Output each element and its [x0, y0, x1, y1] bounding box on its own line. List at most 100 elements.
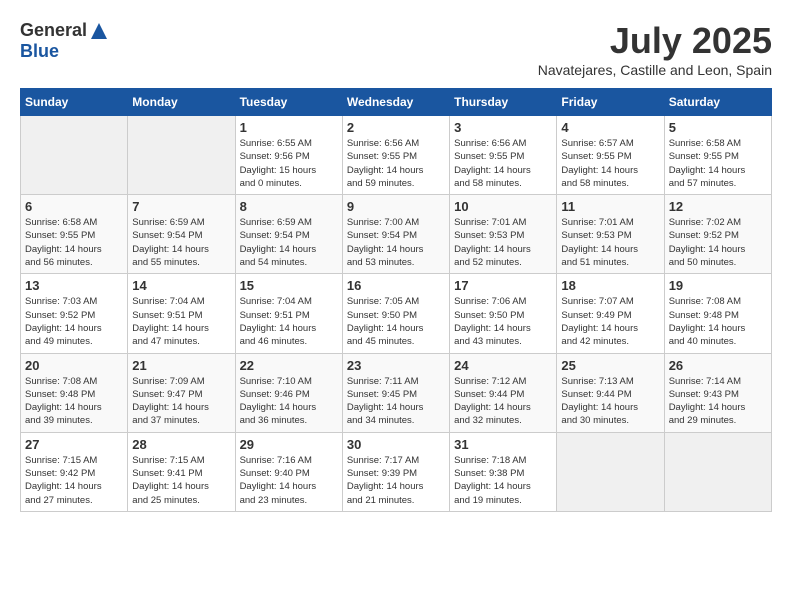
- day-number: 15: [240, 278, 338, 293]
- calendar-cell: 17 Sunrise: 7:06 AM Sunset: 9:50 PM Dayli…: [450, 274, 557, 353]
- day-info: Sunrise: 7:07 AM Sunset: 9:49 PM Dayligh…: [561, 295, 659, 348]
- day-info: Sunrise: 6:58 AM Sunset: 9:55 PM Dayligh…: [669, 137, 767, 190]
- calendar-cell: 11 Sunrise: 7:01 AM Sunset: 9:53 PM Dayli…: [557, 195, 664, 274]
- calendar-cell: 1 Sunrise: 6:55 AM Sunset: 9:56 PM Daylig…: [235, 116, 342, 195]
- day-number: 2: [347, 120, 445, 135]
- day-number: 7: [132, 199, 230, 214]
- calendar-week-row: 13 Sunrise: 7:03 AM Sunset: 9:52 PM Dayli…: [21, 274, 772, 353]
- calendar-cell: 21 Sunrise: 7:09 AM Sunset: 9:47 PM Dayli…: [128, 353, 235, 432]
- subtitle: Navatejares, Castille and Leon, Spain: [538, 62, 772, 78]
- day-info: Sunrise: 7:04 AM Sunset: 9:51 PM Dayligh…: [240, 295, 338, 348]
- title-block: July 2025 Navatejares, Castille and Leon…: [538, 20, 772, 78]
- calendar-week-row: 6 Sunrise: 6:58 AM Sunset: 9:55 PM Daylig…: [21, 195, 772, 274]
- calendar-cell: [21, 116, 128, 195]
- calendar-cell: 4 Sunrise: 6:57 AM Sunset: 9:55 PM Daylig…: [557, 116, 664, 195]
- day-info: Sunrise: 6:59 AM Sunset: 9:54 PM Dayligh…: [132, 216, 230, 269]
- calendar-cell: 9 Sunrise: 7:00 AM Sunset: 9:54 PM Daylig…: [342, 195, 449, 274]
- day-info: Sunrise: 7:03 AM Sunset: 9:52 PM Dayligh…: [25, 295, 123, 348]
- day-info: Sunrise: 7:08 AM Sunset: 9:48 PM Dayligh…: [669, 295, 767, 348]
- logo-blue: Blue: [20, 41, 59, 62]
- day-number: 1: [240, 120, 338, 135]
- day-number: 31: [454, 437, 552, 452]
- calendar-cell: 6 Sunrise: 6:58 AM Sunset: 9:55 PM Daylig…: [21, 195, 128, 274]
- day-number: 17: [454, 278, 552, 293]
- calendar-cell: 15 Sunrise: 7:04 AM Sunset: 9:51 PM Dayli…: [235, 274, 342, 353]
- day-number: 8: [240, 199, 338, 214]
- day-number: 10: [454, 199, 552, 214]
- day-info: Sunrise: 7:14 AM Sunset: 9:43 PM Dayligh…: [669, 375, 767, 428]
- calendar-cell: 24Sunrise: 7:12 AM Sunset: 9:44 PM Dayli…: [450, 353, 557, 432]
- calendar-cell: 10 Sunrise: 7:01 AM Sunset: 9:53 PM Dayli…: [450, 195, 557, 274]
- day-info: Sunrise: 6:59 AM Sunset: 9:54 PM Dayligh…: [240, 216, 338, 269]
- calendar-cell: 16 Sunrise: 7:05 AM Sunset: 9:50 PM Dayli…: [342, 274, 449, 353]
- day-number: 3: [454, 120, 552, 135]
- day-number: 5: [669, 120, 767, 135]
- calendar-cell: 5 Sunrise: 6:58 AM Sunset: 9:55 PM Daylig…: [664, 116, 771, 195]
- day-number: 29: [240, 437, 338, 452]
- day-info: Sunrise: 7:18 AM Sunset: 9:38 PM Dayligh…: [454, 454, 552, 507]
- day-info: Sunrise: 7:15 AM Sunset: 9:42 PM Dayligh…: [25, 454, 123, 507]
- day-info: Sunrise: 7:10 AM Sunset: 9:46 PM Dayligh…: [240, 375, 338, 428]
- day-number: 12: [669, 199, 767, 214]
- calendar-cell: 30 Sunrise: 7:17 AM Sunset: 9:39 PM Dayli…: [342, 432, 449, 511]
- calendar-cell: 28 Sunrise: 7:15 AM Sunset: 9:41 PM Dayli…: [128, 432, 235, 511]
- day-info: Sunrise: 7:09 AM Sunset: 9:47 PM Dayligh…: [132, 375, 230, 428]
- day-header: Wednesday: [342, 89, 449, 116]
- day-number: 21: [132, 358, 230, 373]
- day-info: Sunrise: 6:57 AM Sunset: 9:55 PM Dayligh…: [561, 137, 659, 190]
- day-number: 11: [561, 199, 659, 214]
- month-title: July 2025: [538, 20, 772, 62]
- day-number: 19: [669, 278, 767, 293]
- day-number: 4: [561, 120, 659, 135]
- day-info: Sunrise: 6:56 AM Sunset: 9:55 PM Dayligh…: [454, 137, 552, 190]
- logo-general: General: [20, 20, 87, 41]
- day-number: 16: [347, 278, 445, 293]
- day-info: Sunrise: 7:01 AM Sunset: 9:53 PM Dayligh…: [561, 216, 659, 269]
- calendar-week-row: 1 Sunrise: 6:55 AM Sunset: 9:56 PM Daylig…: [21, 116, 772, 195]
- day-info: Sunrise: 7:17 AM Sunset: 9:39 PM Dayligh…: [347, 454, 445, 507]
- day-number: 27: [25, 437, 123, 452]
- calendar-cell: 19 Sunrise: 7:08 AM Sunset: 9:48 PM Dayli…: [664, 274, 771, 353]
- calendar-cell: 14 Sunrise: 7:04 AM Sunset: 9:51 PM Dayli…: [128, 274, 235, 353]
- day-info: Sunrise: 7:06 AM Sunset: 9:50 PM Dayligh…: [454, 295, 552, 348]
- day-info: Sunrise: 7:05 AM Sunset: 9:50 PM Dayligh…: [347, 295, 445, 348]
- day-number: 13: [25, 278, 123, 293]
- day-header: Friday: [557, 89, 664, 116]
- day-number: 23: [347, 358, 445, 373]
- logo-icon: [89, 21, 109, 41]
- calendar-cell: 3 Sunrise: 6:56 AM Sunset: 9:55 PM Daylig…: [450, 116, 557, 195]
- day-number: 30: [347, 437, 445, 452]
- day-header: Tuesday: [235, 89, 342, 116]
- calendar-table: SundayMondayTuesdayWednesdayThursdayFrid…: [20, 88, 772, 512]
- calendar-cell: 25Sunrise: 7:13 AM Sunset: 9:44 PM Dayli…: [557, 353, 664, 432]
- calendar-cell: 20 Sunrise: 7:08 AM Sunset: 9:48 PM Dayli…: [21, 353, 128, 432]
- calendar-cell: 7 Sunrise: 6:59 AM Sunset: 9:54 PM Daylig…: [128, 195, 235, 274]
- calendar-cell: 29 Sunrise: 7:16 AM Sunset: 9:40 PM Dayli…: [235, 432, 342, 511]
- day-info: Sunrise: 6:58 AM Sunset: 9:55 PM Dayligh…: [25, 216, 123, 269]
- day-info: Sunrise: 7:01 AM Sunset: 9:53 PM Dayligh…: [454, 216, 552, 269]
- day-number: 9: [347, 199, 445, 214]
- day-info: Sunrise: 7:12 AM Sunset: 9:44 PM Dayligh…: [454, 375, 552, 428]
- calendar-cell: 2Sunrise: 6:56 AM Sunset: 9:55 PM Daylig…: [342, 116, 449, 195]
- day-info: Sunrise: 7:00 AM Sunset: 9:54 PM Dayligh…: [347, 216, 445, 269]
- day-number: 20: [25, 358, 123, 373]
- day-number: 14: [132, 278, 230, 293]
- page-header: General Blue July 2025 Navatejares, Cast…: [20, 20, 772, 78]
- day-header: Sunday: [21, 89, 128, 116]
- day-info: Sunrise: 7:16 AM Sunset: 9:40 PM Dayligh…: [240, 454, 338, 507]
- calendar-cell: 8 Sunrise: 6:59 AM Sunset: 9:54 PM Daylig…: [235, 195, 342, 274]
- day-number: 28: [132, 437, 230, 452]
- day-info: Sunrise: 7:08 AM Sunset: 9:48 PM Dayligh…: [25, 375, 123, 428]
- calendar-cell: 22 Sunrise: 7:10 AM Sunset: 9:46 PM Dayli…: [235, 353, 342, 432]
- day-info: Sunrise: 7:15 AM Sunset: 9:41 PM Dayligh…: [132, 454, 230, 507]
- day-number: 6: [25, 199, 123, 214]
- day-info: Sunrise: 6:55 AM Sunset: 9:56 PM Dayligh…: [240, 137, 338, 190]
- day-info: Sunrise: 7:04 AM Sunset: 9:51 PM Dayligh…: [132, 295, 230, 348]
- logo: General Blue: [20, 20, 109, 62]
- calendar-cell: [557, 432, 664, 511]
- day-info: Sunrise: 7:02 AM Sunset: 9:52 PM Dayligh…: [669, 216, 767, 269]
- calendar-cell: 31 Sunrise: 7:18 AM Sunset: 9:38 PM Dayli…: [450, 432, 557, 511]
- calendar-cell: 26Sunrise: 7:14 AM Sunset: 9:43 PM Dayli…: [664, 353, 771, 432]
- day-number: 22: [240, 358, 338, 373]
- day-number: 18: [561, 278, 659, 293]
